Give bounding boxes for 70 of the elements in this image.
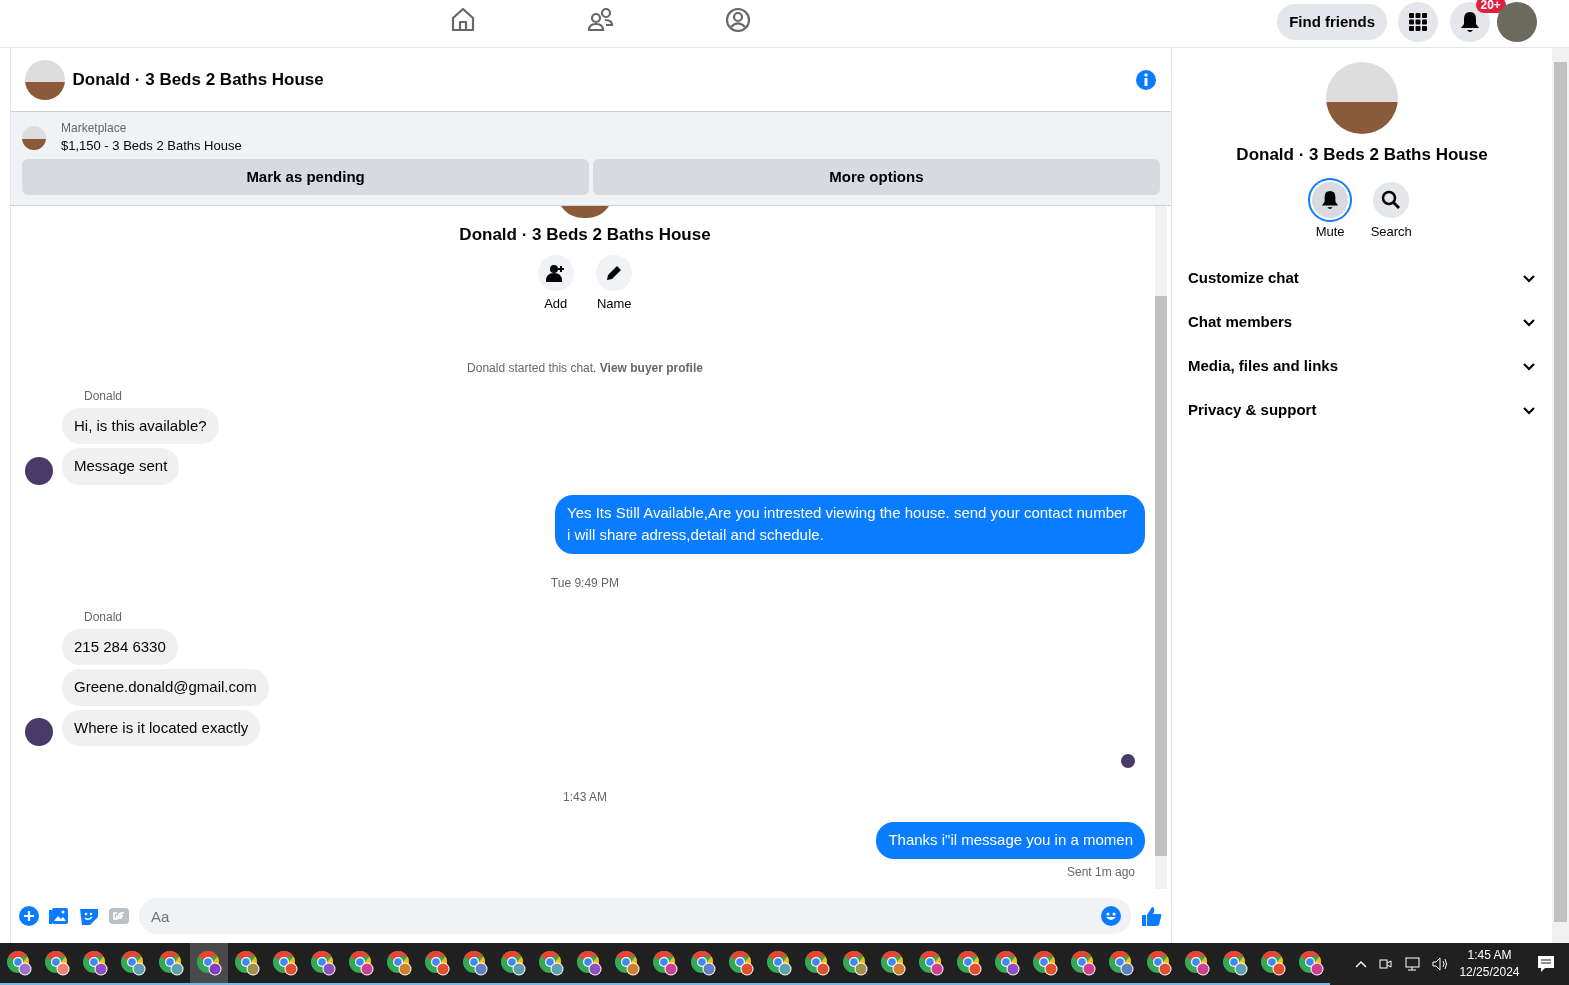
- notification-center-icon[interactable]: [1537, 955, 1555, 973]
- bell-icon: [1321, 190, 1340, 210]
- chevron-up-icon[interactable]: [1355, 960, 1368, 968]
- sender-avatar: [25, 718, 53, 747]
- section-toggle[interactable]: Chat members: [1188, 300, 1536, 345]
- timestamp: Tue 9:49 PM: [550, 575, 620, 590]
- message-status: Sent 1m ago: [1066, 863, 1135, 881]
- sender-avatar: [25, 456, 53, 485]
- action-label: Add: [544, 295, 568, 314]
- browser-taskbar-button[interactable]: [190, 943, 228, 985]
- message-bubble: Message sent: [62, 448, 180, 485]
- emoji-icon[interactable]: [1101, 906, 1121, 926]
- grid-icon: [1409, 13, 1428, 31]
- side-action-button[interactable]: [1373, 182, 1410, 218]
- conversation-action-button[interactable]: [596, 254, 633, 291]
- network-icon[interactable]: [1403, 956, 1422, 972]
- find-friends-button[interactable]: Find friends: [1277, 4, 1387, 40]
- home-icon[interactable]: [450, 6, 476, 34]
- speaker-icon[interactable]: [1431, 956, 1450, 972]
- sender-name: Donald: [84, 609, 123, 624]
- plus-icon[interactable]: [19, 906, 39, 926]
- chat-title: Donald · 3 Beds 2 Baths House: [72, 68, 324, 91]
- listing-photo: [25, 59, 65, 100]
- add-person-icon: [545, 262, 566, 283]
- section-toggle[interactable]: Media, files and links: [1188, 344, 1536, 389]
- friends-icon[interactable]: [587, 6, 615, 34]
- conversation-action-button[interactable]: [537, 254, 574, 291]
- listing-summary: $1,150 - 3 Beds 2 Baths House: [61, 137, 242, 155]
- clock-time: 1:45 AM: [1466, 947, 1513, 964]
- read-receipt-avatar: [1121, 754, 1135, 769]
- listing-source: Marketplace: [61, 120, 128, 136]
- listing-thumbnail: [22, 125, 46, 150]
- apps-menu-button[interactable]: [1398, 2, 1439, 42]
- action-label: Mute: [1315, 222, 1345, 241]
- section-toggle[interactable]: Customize chat: [1188, 256, 1536, 301]
- sticker-icon[interactable]: [79, 906, 99, 926]
- action-label: Name: [596, 295, 632, 314]
- info-icon[interactable]: [1135, 68, 1157, 91]
- chevron-icon: [1522, 317, 1536, 328]
- message-bubble: Where is it located exactly: [62, 709, 261, 747]
- message-bubble: 215 284 6330: [62, 628, 178, 666]
- scrollbar-thumb[interactable]: [1554, 62, 1567, 922]
- message-bubble: Yes Its Still Available,Are you intrested viewing the house. send your contact number i will share adress,detail and schedule.: [555, 494, 1145, 554]
- camera-icon[interactable]: [1377, 956, 1394, 972]
- scrollbar-track[interactable]: [1552, 48, 1569, 943]
- thumbs-up-icon[interactable]: [1141, 905, 1163, 927]
- side-panel-title: Donald · 3 Beds 2 Baths House: [1235, 143, 1489, 166]
- message-bubble: Hi, is this available?: [62, 407, 219, 445]
- message-bubble: Thanks i"il message you in a momen: [876, 822, 1145, 859]
- sender-name: Donald: [84, 388, 123, 403]
- search-icon: [1381, 190, 1402, 210]
- message-input[interactable]: Aa: [139, 898, 1131, 934]
- section-toggle[interactable]: Privacy & support: [1188, 388, 1536, 433]
- action-label: Search: [1370, 222, 1412, 241]
- conversation-title: Donald · 3 Beds 2 Baths House: [458, 223, 712, 246]
- scrollbar-track[interactable]: [1155, 205, 1167, 889]
- bell-icon: [1459, 11, 1480, 33]
- message-bubble: Greene.donald@gmail.com: [62, 669, 269, 706]
- chevron-icon: [1522, 405, 1536, 416]
- chat-intro-text: Donald started this chat. View buyer profile: [467, 360, 703, 375]
- chevron-icon: [1522, 273, 1536, 284]
- scrollbar-thumb[interactable]: [1155, 295, 1167, 856]
- side-action-button[interactable]: [1312, 182, 1349, 218]
- listing-action-button[interactable]: More options: [592, 158, 1160, 195]
- photo-icon[interactable]: [49, 906, 69, 926]
- timestamp: 1:43 AM: [563, 790, 607, 805]
- chevron-icon: [1522, 361, 1536, 372]
- clock-date: 12/25/2024: [1459, 964, 1520, 981]
- groups-icon[interactable]: [724, 6, 752, 34]
- listing-action-button[interactable]: Mark as pending: [22, 158, 590, 195]
